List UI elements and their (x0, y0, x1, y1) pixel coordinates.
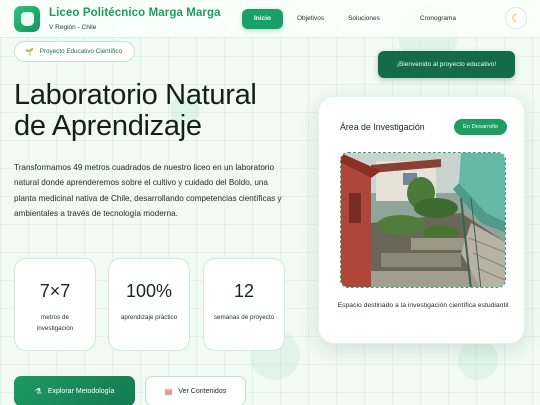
hero-title-line1: Laboratorio Natural (14, 79, 257, 111)
sprout-icon: 🌱 (25, 48, 34, 56)
main-nav: Inicio Objetivos Soluciones Cronograma (242, 9, 466, 29)
stat-card-learning: 100% aprendizaje práctico (108, 258, 190, 351)
stat-value: 12 (233, 281, 255, 301)
hero-title: Laboratorio Natural de Aprendizaje (14, 80, 257, 142)
background-bubble (458, 340, 498, 380)
stat-label: aprendizaje práctico (120, 314, 178, 321)
stat-label: semanas de proyecto (213, 314, 275, 321)
nav-item-objetivos[interactable]: Objetivos (287, 9, 334, 29)
courtyard-photo-illustration (341, 153, 505, 287)
hero-title-line2: de Aprendizaje (14, 110, 202, 142)
hero-description: Transformamos 49 metros cuadrados de nue… (14, 163, 282, 219)
card-title: Área de Investigación (340, 122, 425, 132)
stat-card-area: 7×7 metros de investigación (14, 258, 96, 351)
school-region: V Región - Chile (49, 24, 97, 31)
welcome-banner: ¡Bienvenido al proyecto educativo! (378, 51, 515, 78)
moon-icon: ☾ (511, 12, 521, 25)
nav-item-soluciones[interactable]: Soluciones (338, 9, 390, 29)
card-caption: Espacio destinado a la investigación cie… (337, 302, 509, 309)
top-navbar: Liceo Politécnico Marga Marga V Región -… (0, 0, 540, 38)
books-icon: ▤ (164, 386, 173, 396)
research-area-photo (340, 152, 506, 288)
view-contents-button[interactable]: ▤ Ver Contenidos (145, 376, 246, 405)
school-name: Liceo Politécnico Marga Marga (49, 7, 221, 19)
nav-item-inicio[interactable]: Inicio (242, 9, 283, 29)
project-badge: 🌱 Proyecto Educativo Científico (14, 41, 135, 62)
view-contents-label: Ver Contenidos (178, 387, 227, 395)
explore-methodology-label: Explorar Metodología (47, 387, 115, 395)
stat-label: metros de investigación (36, 314, 74, 332)
research-area-card: Área de Investigación En Desarrollo Espa… (318, 96, 525, 344)
nav-item-cronograma[interactable]: Cronograma (410, 9, 466, 29)
stat-card-weeks: 12 semanas de proyecto (203, 258, 285, 351)
theme-toggle-button[interactable]: ☾ (505, 7, 527, 29)
project-badge-label: Proyecto Educativo Científico (39, 48, 122, 55)
school-logo[interactable] (14, 6, 40, 32)
microscope-icon: ⚗ (34, 386, 42, 396)
stat-value: 100% (125, 281, 173, 301)
explore-methodology-button[interactable]: ⚗ Explorar Metodología (14, 376, 135, 405)
status-badge: En Desarrollo (454, 119, 507, 135)
stat-value: 7×7 (39, 281, 71, 301)
